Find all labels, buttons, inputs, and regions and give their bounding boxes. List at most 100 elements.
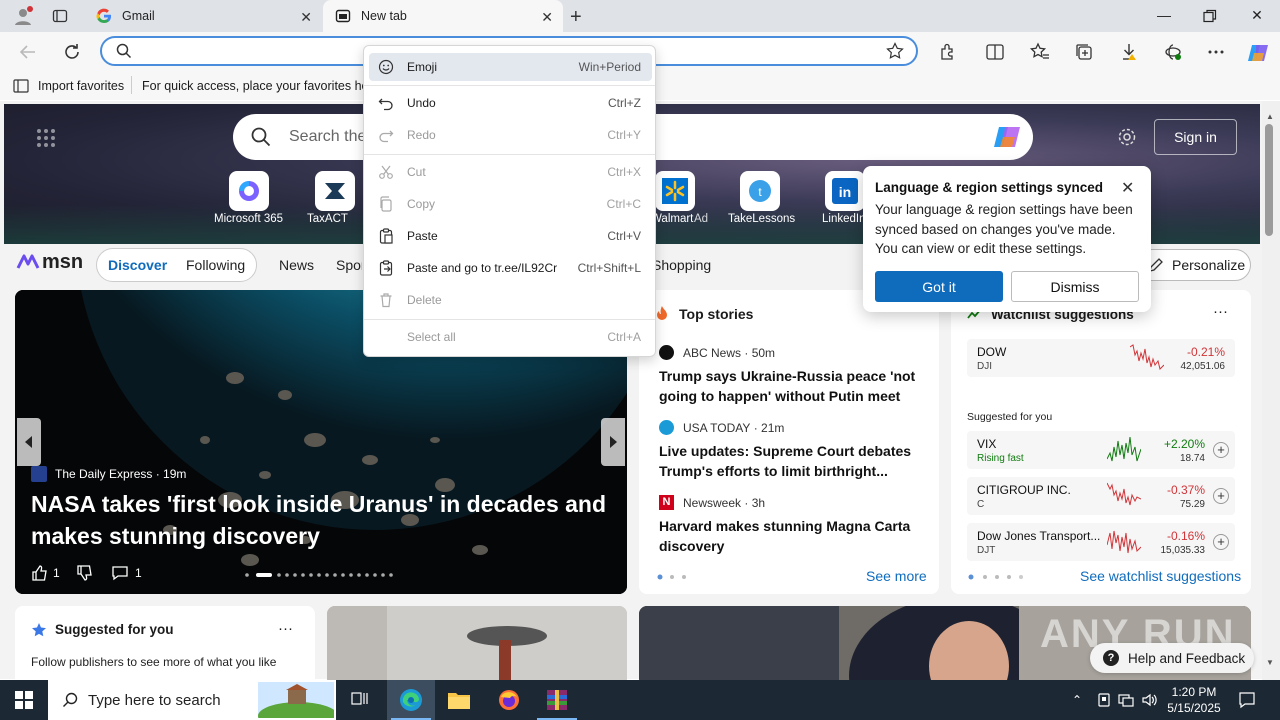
taskbar-search-placeholder: Type here to search [88,691,221,709]
copilot-search-icon[interactable] [993,123,1023,151]
collections-icon[interactable] [1073,41,1095,63]
quick-link-linkedin[interactable]: in [825,171,865,211]
dismiss-button[interactable]: Dismiss [1011,271,1139,302]
nav-shopping[interactable]: Shopping [652,257,711,273]
hero-title[interactable]: NASA takes 'first look inside Uranus' in… [31,488,621,552]
carousel-prev-button[interactable] [17,418,41,466]
menu-item-paste-and-go[interactable]: Paste and go to tr.ee/IL92Cr Ctrl+Shift+… [369,254,652,282]
taskbar-edge[interactable] [387,680,435,720]
menu-item-cut[interactable]: Cut Ctrl+X [369,158,652,186]
settings-more-icon[interactable] [1205,41,1227,63]
taskbar-search[interactable]: Type here to search [48,680,336,720]
see-more-link[interactable]: See more [866,568,927,584]
import-favorites-link[interactable]: Import favorites [38,79,124,93]
taskbar-clock[interactable]: 1:20 PM 5/15/2025 [1162,684,1226,716]
downloads-icon[interactable] [1118,41,1140,63]
menu-item-select-all[interactable]: Select all Ctrl+A [369,323,652,351]
suggested-more-icon[interactable]: ··· [278,620,293,637]
menu-item-paste[interactable]: Paste Ctrl+V [369,222,652,250]
profile-icon[interactable] [12,5,34,27]
stock-ticker: DJI [977,361,992,372]
nav-sports[interactable]: Sports [336,257,362,273]
sparkline [1130,344,1164,370]
restore-button[interactable] [1200,7,1220,25]
copilot-icon[interactable] [1246,41,1268,63]
menu-item-delete[interactable]: Delete [369,286,652,314]
back-icon[interactable] [17,41,39,63]
close-tab-icon[interactable]: ✕ [300,9,312,26]
winrar-icon [547,690,567,710]
new-tab-button[interactable]: + [570,6,582,29]
stock-row-vix[interactable]: VIX Rising fast +2.20% 18.74 + [967,431,1235,469]
taskbar-winrar[interactable] [533,680,581,720]
carousel-indicator[interactable] [244,572,394,578]
menu-label: Delete [407,293,442,307]
quick-link-walmart[interactable] [655,171,695,211]
menu-shortcut: Ctrl+Y [607,128,641,142]
story-title[interactable]: Live updates: Supreme Court debates Trum… [659,441,919,481]
notifications-icon[interactable] [1238,691,1256,709]
start-button[interactable] [0,680,48,720]
tab-gmail[interactable]: Gmail ✕ [84,0,322,32]
menu-item-emoji[interactable]: Emoji Win+Period [369,53,652,81]
quick-link-takelessons[interactable]: t [740,171,780,211]
page-dots[interactable] [657,574,691,580]
tab-following[interactable]: Following [186,257,245,273]
tab-actions-icon[interactable] [52,8,68,24]
taskbar-file-explorer[interactable] [435,680,483,720]
app-launcher-icon[interactable] [36,128,56,148]
scrollbar-thumb[interactable] [1265,124,1273,236]
menu-item-copy[interactable]: Copy Ctrl+C [369,190,652,218]
stock-row-dow[interactable]: DOW DJI -0.21% 42,051.06 [967,339,1235,377]
story-title[interactable]: Harvard makes stunning Magna Carta disco… [659,516,919,556]
menu-item-redo[interactable]: Redo Ctrl+Y [369,121,652,149]
comment-icon[interactable] [111,564,129,582]
scroll-up-arrow-icon[interactable]: ▲ [1266,112,1274,121]
popup-close-icon[interactable]: ✕ [1121,178,1134,198]
carousel-next-button[interactable] [601,418,625,466]
tab-newtab[interactable]: New tab ✕ [323,0,563,32]
page-settings-gear-icon[interactable] [1117,127,1137,147]
split-screen-icon[interactable] [984,41,1006,63]
see-watchlist-link[interactable]: See watchlist suggestions [1080,568,1241,584]
close-tab-icon[interactable]: ✕ [541,9,553,26]
favorites-icon[interactable] [1029,41,1051,63]
stock-row-citigroup[interactable]: CITIGROUP INC. C -0.37% 75.29 + [967,477,1235,515]
tab-discover[interactable]: Discover [108,257,167,273]
favorite-star-icon[interactable] [886,42,904,60]
nav-news[interactable]: News [279,257,314,273]
quick-link-microsoft365[interactable] [229,171,269,211]
stock-row-djt[interactable]: Dow Jones Transport... DJT -0.16% 15,035… [967,523,1235,561]
dislike-icon[interactable] [76,564,94,582]
like-icon[interactable] [31,564,49,582]
menu-item-undo[interactable]: Undo Ctrl+Z [369,89,652,117]
msn-logo-icon[interactable] [16,250,40,274]
got-it-button[interactable]: Got it [875,271,1003,302]
add-stock-icon[interactable]: + [1213,488,1229,504]
add-stock-icon[interactable]: + [1213,442,1229,458]
sign-in-button[interactable]: Sign in [1154,119,1237,155]
volume-icon[interactable] [1141,692,1159,708]
network-icon[interactable] [1118,692,1134,708]
close-window-button[interactable]: ✕ [1247,7,1267,25]
quick-link-taxact[interactable] [315,171,355,211]
menu-shortcut: Win+Period [578,60,641,74]
taskbar-firefox[interactable] [485,680,533,720]
stock-name: CITIGROUP INC. [977,483,1071,497]
tray-overflow-icon[interactable]: ⌃ [1072,693,1082,707]
popup-title: Language & region settings synced [875,180,1104,195]
refresh-icon[interactable] [61,41,83,63]
extensions-icon[interactable] [937,41,959,63]
watchlist-page-dots[interactable] [968,574,1024,580]
story-image-card[interactable] [327,606,627,686]
minimize-button[interactable]: — [1154,7,1174,25]
task-view-button[interactable] [336,680,384,720]
watchlist-more-icon[interactable]: ··· [1213,303,1228,320]
browser-essentials-icon[interactable] [1162,41,1184,63]
scroll-down-arrow-icon[interactable]: ▼ [1266,658,1274,667]
story-title[interactable]: Trump says Ukraine-Russia peace 'not goi… [659,366,919,406]
tray-device-icon[interactable] [1096,692,1112,708]
windows-icon [15,691,33,709]
menu-label: Redo [407,128,436,142]
add-stock-icon[interactable]: + [1213,534,1229,550]
